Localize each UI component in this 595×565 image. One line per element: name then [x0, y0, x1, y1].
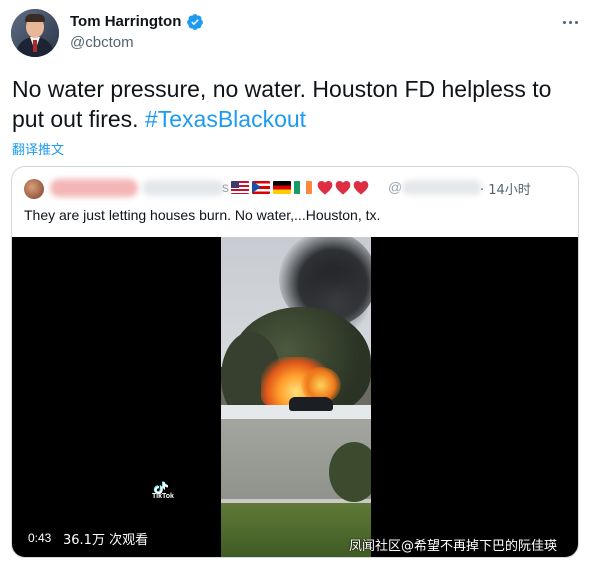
- author-avatar[interactable]: [11, 9, 59, 57]
- us-flag: [231, 181, 249, 194]
- quoted-name-suffix: s: [222, 179, 229, 195]
- video-frame: [221, 237, 371, 557]
- quoted-avatar[interactable]: [24, 179, 44, 199]
- quoted-text: They are just letting houses burn. No wa…: [24, 207, 381, 223]
- heart-icon: [353, 180, 369, 195]
- quoted-timestamp[interactable]: · 14小时: [480, 179, 531, 198]
- verified-badge-icon: [187, 14, 203, 30]
- video-duration: 0:43: [28, 531, 52, 545]
- heart-icon: [335, 180, 351, 195]
- quoted-handle-at: @: [388, 179, 403, 195]
- quoted-handle-redacted: [402, 180, 482, 195]
- quoted-name-redacted: [50, 179, 138, 197]
- video-player[interactable]: TikTok 0:43 36.1万 次观看: [12, 237, 578, 557]
- quoted-time-value: 14小时: [488, 183, 531, 198]
- author-handle[interactable]: @cbctom: [70, 34, 134, 51]
- puerto-rico-flag: [252, 181, 270, 194]
- tweet-text: No water pressure, no water. Houston FD …: [12, 74, 582, 134]
- germany-flag: [273, 181, 291, 194]
- hearts: [317, 180, 369, 195]
- more-icon[interactable]: [560, 14, 580, 30]
- tiktok-label: TikTok: [152, 493, 174, 500]
- tweet: Tom Harrington @cbctom No water pressure…: [0, 0, 595, 565]
- video-view-count: 36.1万 次观看: [63, 533, 149, 548]
- quoted-name-redacted-2: [142, 180, 224, 196]
- quoted-name-emojis: [231, 180, 369, 195]
- heart-icon: [317, 180, 333, 195]
- quoted-tweet[interactable]: s @ · 14小时 They are just letting houses …: [11, 166, 579, 558]
- author-name[interactable]: Tom Harrington: [70, 13, 181, 30]
- hashtag-link[interactable]: #TexasBlackout: [145, 106, 306, 132]
- translate-tweet-link[interactable]: 翻译推文: [12, 139, 64, 158]
- watermark: 凤闻社区@希望不再掉下巴的阮佳瑛: [349, 539, 558, 554]
- ireland-flag: [294, 181, 312, 194]
